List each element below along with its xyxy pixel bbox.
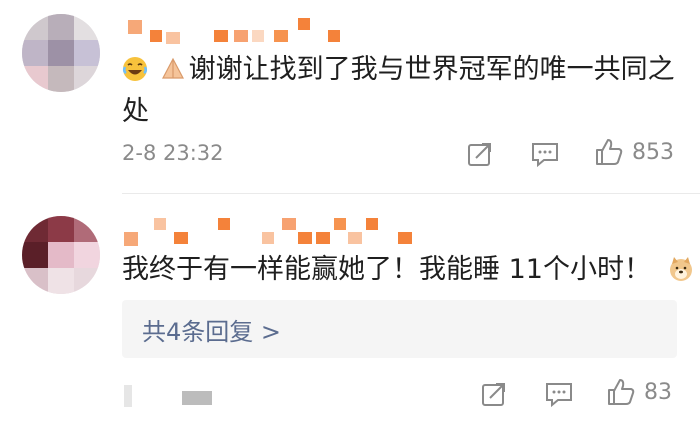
timestamp-mosaic xyxy=(122,381,222,411)
share-icon xyxy=(482,383,505,406)
like-button[interactable]: 83 xyxy=(606,377,672,407)
comment-text: 我终于有一样能赢她了！我能睡 11个小时！ xyxy=(122,250,696,294)
avatar[interactable] xyxy=(22,14,100,92)
like-count: 83 xyxy=(644,379,672,405)
comment-button[interactable] xyxy=(544,380,574,408)
comment-item: 我终于有一样能赢她了！我能睡 11个小时！ 共4条回复 > 83 xyxy=(0,196,700,431)
share-button[interactable] xyxy=(480,380,508,408)
like-count: 853 xyxy=(632,139,674,165)
avatar[interactable] xyxy=(22,216,100,294)
like-icon xyxy=(608,379,635,405)
like-icon xyxy=(596,139,623,165)
comment-icon xyxy=(546,383,572,408)
comment-text-continued: 处 xyxy=(122,96,149,127)
comment-item: 谢谢让找到了我与世界冠军的唯一共同之 处 2-8 23:32 853 xyxy=(0,0,700,195)
doge-emoji xyxy=(668,254,694,294)
comment-icon xyxy=(532,143,558,168)
comment-button[interactable] xyxy=(530,140,560,168)
share-icon xyxy=(468,143,491,166)
username-mosaic[interactable] xyxy=(122,208,432,248)
username-mosaic[interactable] xyxy=(122,8,362,48)
like-button[interactable]: 853 xyxy=(594,137,674,167)
replies-box[interactable]: 共4条回复 > xyxy=(122,300,677,358)
timestamp: 2-8 23:32 xyxy=(122,141,224,165)
share-button[interactable] xyxy=(466,140,494,168)
comment-text: 谢谢让找到了我与世界冠军的唯一共同之 xyxy=(122,50,675,94)
laughing-tears-emoji xyxy=(122,54,148,94)
view-replies-link[interactable]: 共4条回复 > xyxy=(142,312,281,347)
divider xyxy=(122,193,700,194)
praying-hands-emoji xyxy=(159,54,187,94)
